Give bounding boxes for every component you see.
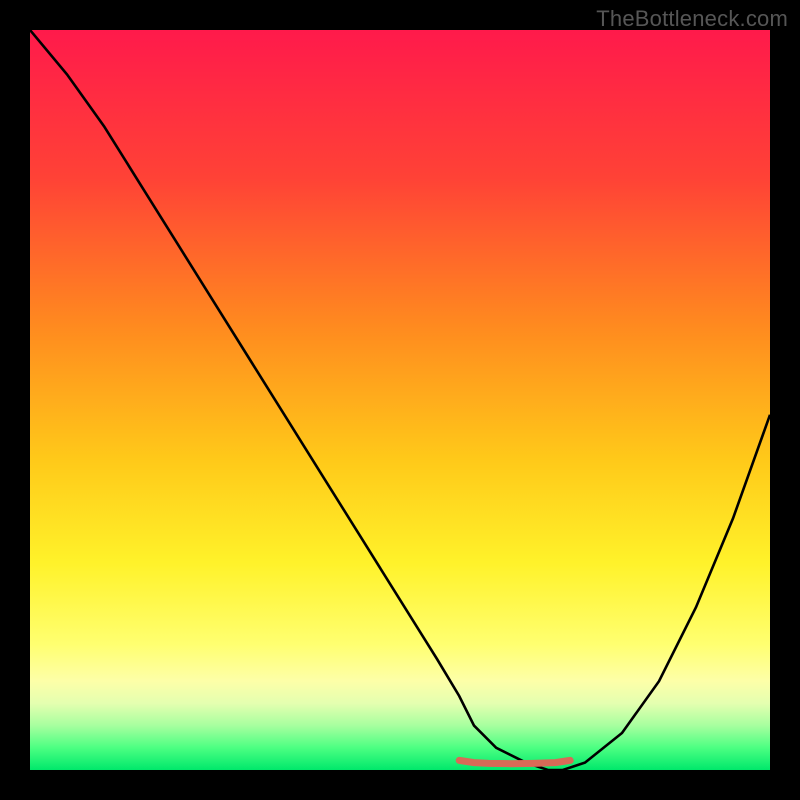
chart-svg xyxy=(30,30,770,770)
bottleneck-chart xyxy=(30,30,770,770)
watermark-text: TheBottleneck.com xyxy=(596,6,788,32)
heat-gradient-background xyxy=(30,30,770,770)
optimal-flat-segment xyxy=(459,760,570,763)
